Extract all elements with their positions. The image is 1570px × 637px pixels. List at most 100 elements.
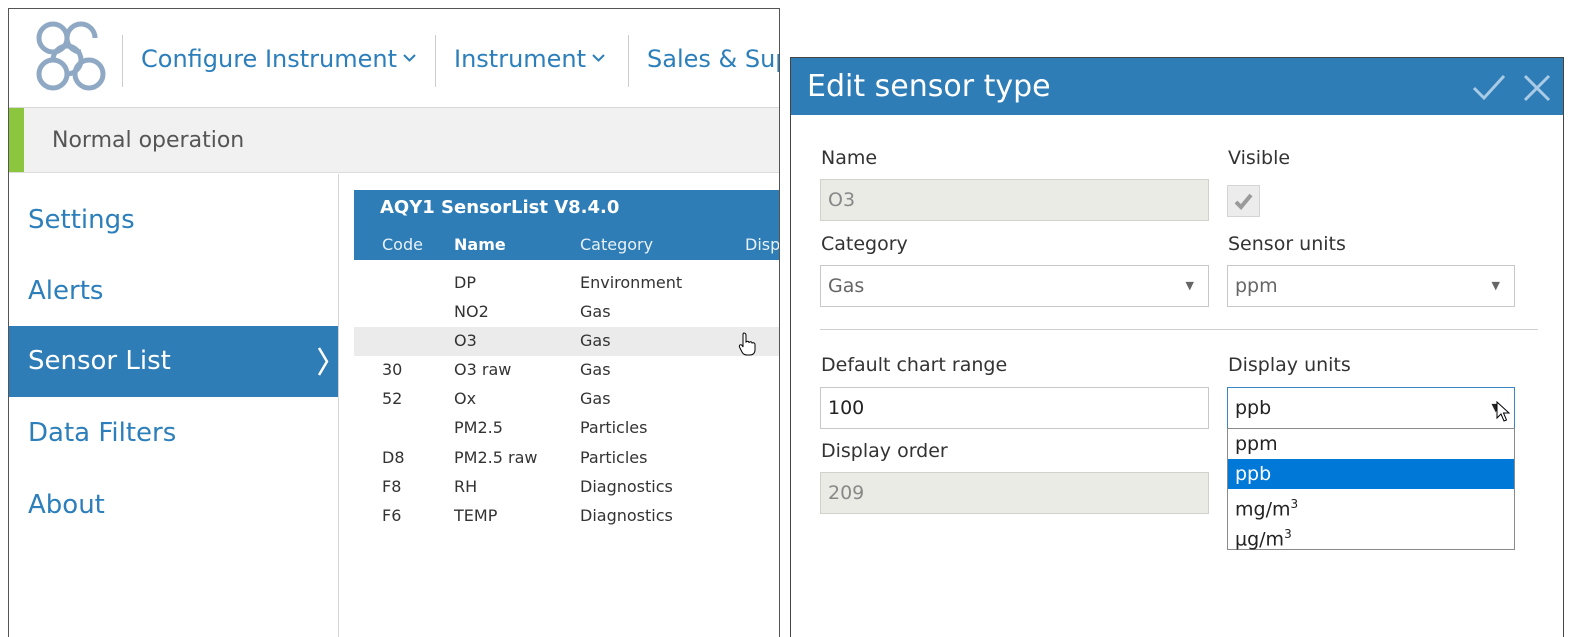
column-header-display[interactable]: Disp [745,235,779,254]
cell-name: Ox [454,389,477,408]
sidebar-item-data-filters[interactable]: Data Filters [9,398,338,469]
category-select-value: Gas [828,275,865,297]
dropdown-option-mg-m3[interactable]: mg/m3 [1228,489,1514,521]
category-select[interactable]: Gas ▼ [820,265,1209,307]
hand-cursor-icon [738,332,756,356]
top-navigation: Configure Instrument Instrument Sales & … [9,9,779,108]
dropdown-arrow-icon: ▼ [1185,279,1194,292]
cell-code: F6 [382,506,402,525]
default-chart-range-field[interactable]: 100 [820,387,1209,429]
chevron-down-icon [592,40,605,76]
visible-checkbox[interactable] [1227,185,1260,217]
nav-separator [122,35,123,87]
cell-name: RH [454,477,478,496]
option-text: µg/m [1235,528,1285,551]
table-row[interactable]: D8 PM2.5 raw Particles [354,444,779,473]
display-units-select[interactable]: ppb ▼ [1227,387,1515,429]
cell-name: TEMP [454,506,498,525]
dropdown-option-ug-m3[interactable]: µg/m3 [1228,519,1514,551]
table-row[interactable]: F6 TEMP Diagnostics [354,502,779,531]
cell-name: O3 [454,331,477,350]
nav-separator [435,35,436,87]
sensor-list-title: AQY1 SensorList V8.4.0 [380,197,620,218]
cell-code: 30 [382,360,403,379]
section-divider [820,329,1538,330]
table-row[interactable]: 52 Ox Gas [354,385,779,414]
cell-category: Gas [580,331,611,350]
nav-sales-support[interactable]: Sales & Sup [647,41,780,77]
column-header-code[interactable]: Code [382,235,423,254]
option-superscript: 3 [1284,527,1292,541]
table-row[interactable]: PM2.5 Particles [354,414,779,443]
nav-instrument[interactable]: Instrument [454,41,605,77]
option-superscript: 3 [1290,497,1299,511]
status-bar: Normal operation [9,108,779,173]
display-units-label: Display units [1228,354,1351,376]
display-order-field[interactable]: 209 [820,472,1209,514]
display-units-value: ppb [1235,397,1272,419]
sensor-units-label: Sensor units [1228,233,1346,255]
table-row[interactable]: O3 Gas [354,327,779,356]
dropdown-arrow-icon: ▼ [1491,279,1500,292]
visible-label: Visible [1228,147,1291,169]
default-chart-range-label: Default chart range [821,354,1008,376]
cell-category: Gas [580,360,611,379]
cell-name: O3 raw [454,360,512,379]
edit-sensor-dialog: Edit sensor type Name O3 Visible Categor… [790,57,1564,637]
mouse-pointer-icon [1496,401,1511,422]
display-units-dropdown-list: ppm ppb mg/m3 µg/m3 [1227,428,1515,550]
nav-sales-support-label: Sales & Sup [647,45,780,73]
cell-name: DP [454,273,476,292]
cell-name: PM2.5 raw [454,448,538,467]
close-icon[interactable] [1521,72,1553,104]
sidebar-item-label: Sensor List [28,346,171,376]
cell-code: 52 [382,389,403,408]
sidebar-item-about[interactable]: About [9,470,338,541]
cell-category: Particles [580,448,648,467]
nav-configure-instrument-label: Configure Instrument [141,45,397,73]
logo-icon [36,21,106,91]
status-text: Normal operation [52,128,245,153]
check-icon[interactable] [1471,72,1507,102]
sidebar: Settings Alerts Sensor List Data Filters… [9,174,339,637]
sensor-list-header: AQY1 SensorList V8.4.0 Code Name Categor… [354,190,779,260]
sensor-list-panel: AQY1 SensorList V8.4.0 Code Name Categor… [354,190,779,630]
cell-category: Particles [580,418,648,437]
cell-category: Gas [580,389,611,408]
cell-code: D8 [382,448,405,467]
cell-category: Diagnostics [580,477,673,496]
sidebar-item-sensor-list[interactable]: Sensor List [9,326,338,397]
cell-name: PM2.5 [454,418,503,437]
sensor-units-select[interactable]: ppm ▼ [1227,265,1515,307]
sidebar-item-alerts[interactable]: Alerts [9,256,338,327]
dialog-title: Edit sensor type [807,69,1051,104]
name-label: Name [821,147,878,169]
dropdown-option-ppm[interactable]: ppm [1228,429,1514,459]
option-text: ppb [1235,463,1272,485]
cell-category: Gas [580,302,611,321]
column-header-category[interactable]: Category [580,235,653,254]
status-indicator [9,108,24,172]
table-row[interactable]: DP Environment [354,269,779,298]
option-text: ppm [1235,433,1278,455]
column-header-name[interactable]: Name [454,235,506,254]
cell-category: Environment [580,273,683,292]
dialog-titlebar: Edit sensor type [791,58,1563,115]
cell-category: Diagnostics [580,506,673,525]
nav-separator [628,35,629,87]
app-window: Configure Instrument Instrument Sales & … [8,8,780,637]
table-row[interactable]: 30 O3 raw Gas [354,356,779,385]
name-field[interactable]: O3 [820,179,1209,221]
sidebar-item-settings[interactable]: Settings [9,185,338,256]
cell-code: F8 [382,477,402,496]
sensor-units-value: ppm [1235,275,1278,297]
dropdown-option-ppb[interactable]: ppb [1228,459,1514,489]
option-text: mg/m [1235,498,1291,521]
checkmark-icon [1234,193,1253,210]
nav-instrument-label: Instrument [454,45,587,73]
display-order-label: Display order [821,440,948,462]
table-row[interactable]: NO2 Gas [354,298,779,327]
nav-configure-instrument[interactable]: Configure Instrument [141,41,416,77]
chevron-down-icon [403,40,416,76]
table-row[interactable]: F8 RH Diagnostics [354,473,779,502]
